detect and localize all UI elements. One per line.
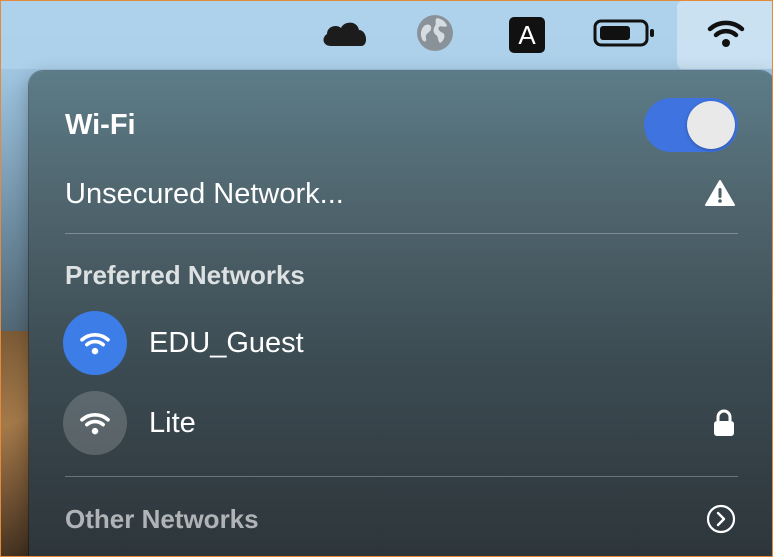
other-networks-label: Other Networks <box>65 503 259 534</box>
current-network-label: Unsecured Network... <box>65 177 344 210</box>
wifi-title: Wi-Fi <box>65 108 136 141</box>
wifi-menu-button[interactable] <box>677 1 772 69</box>
network-wifi-icon <box>63 311 127 375</box>
lock-icon <box>712 408 736 438</box>
network-name: Lite <box>149 406 196 439</box>
menu-bar: A <box>1 1 772 69</box>
battery-icon <box>593 18 657 53</box>
network-name: EDU_Guest <box>149 326 304 359</box>
network-row-lite[interactable]: Lite <box>29 391 772 455</box>
input-source-item[interactable]: A <box>499 1 555 69</box>
divider <box>65 476 738 477</box>
input-source-icon: A <box>509 17 545 53</box>
network-wifi-icon <box>63 391 127 455</box>
warning-icon <box>704 179 736 207</box>
cloud-icon <box>319 18 371 53</box>
globe-status-item[interactable] <box>407 1 463 69</box>
battery-status-item[interactable] <box>589 1 661 69</box>
wifi-icon <box>706 17 746 54</box>
preferred-networks-header: Preferred Networks <box>29 253 772 297</box>
desktop: A Wi-Fi Unsecured Network... Preferred N… <box>0 0 773 557</box>
wifi-toggle[interactable] <box>644 98 738 152</box>
chevron-right-icon[interactable] <box>706 504 736 534</box>
wifi-toggle-knob <box>687 101 735 149</box>
globe-icon <box>415 13 455 58</box>
cloud-status-item[interactable] <box>315 1 375 69</box>
other-networks-row[interactable]: Other Networks <box>29 495 772 543</box>
wifi-header-row: Wi-Fi <box>29 97 772 153</box>
current-network-row[interactable]: Unsecured Network... <box>29 169 772 219</box>
wifi-menu-panel: Wi-Fi Unsecured Network... Preferred Net… <box>29 71 772 556</box>
network-row-edu-guest[interactable]: EDU_Guest <box>29 311 772 375</box>
divider <box>65 233 738 234</box>
preferred-networks-label: Preferred Networks <box>65 259 305 290</box>
